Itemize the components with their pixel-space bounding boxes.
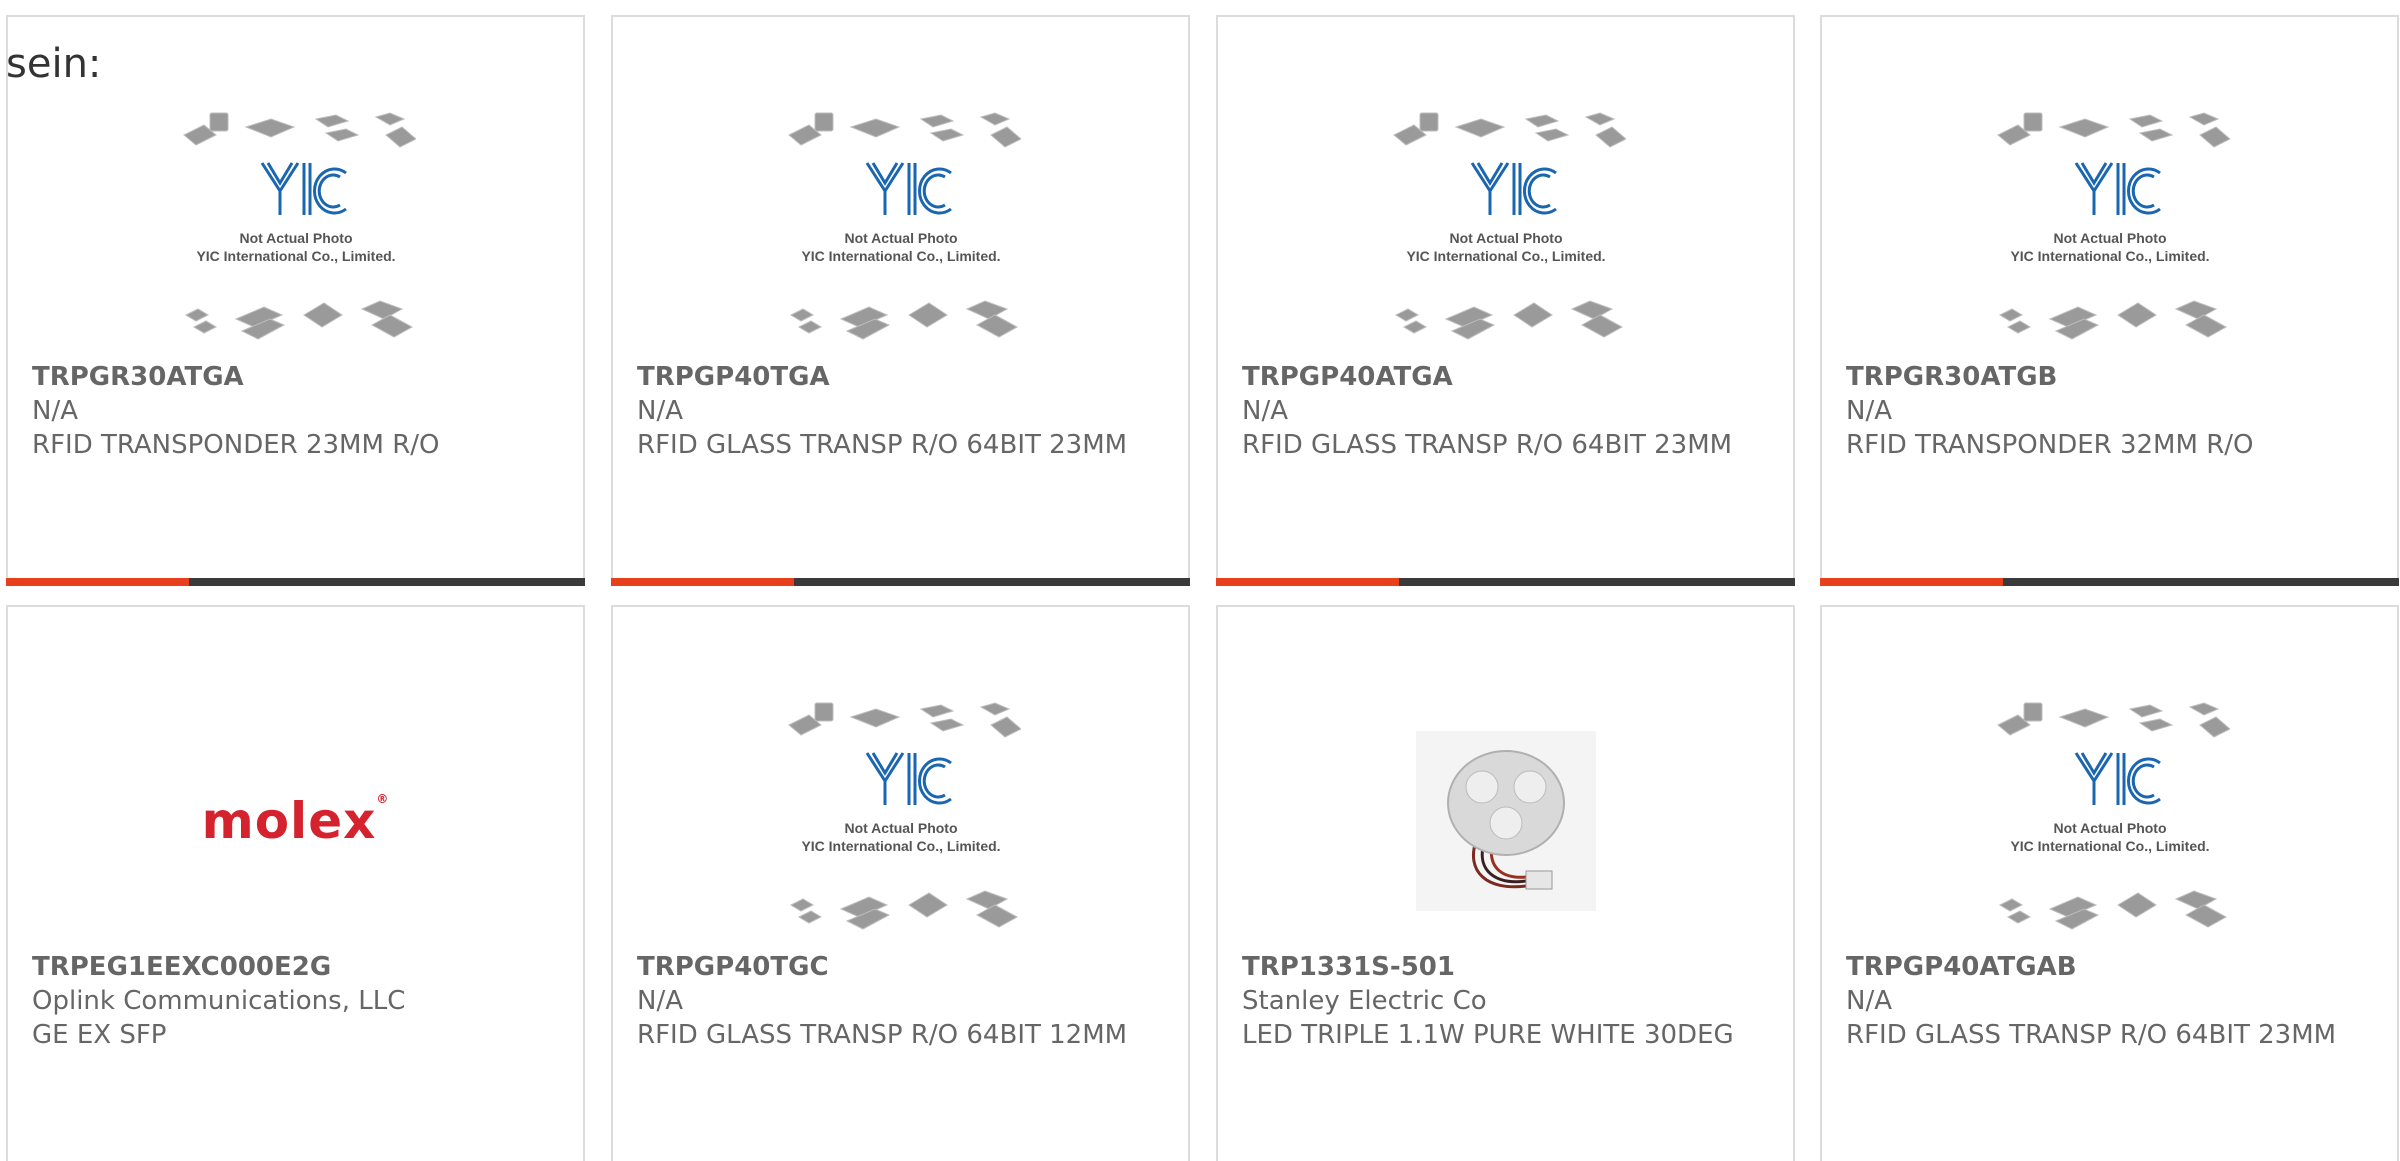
svg-text:Not Actual Photo: Not Actual Photo [1449,230,1562,246]
product-part-number[interactable]: TRPGR30ATGB [1846,360,2057,394]
yic-placeholder-image: Not Actual Photo YIC International Co., … [787,702,1021,930]
product-manufacturer: N/A [1846,396,1892,426]
yic-placeholder-image: Not Actual Photo YIC International Co., … [1996,112,2230,340]
yic-placeholder-image: Not Actual Photo YIC International Co., … [787,112,1021,340]
product-description: RFID GLASS TRANSP R/O 64BIT 23MM [1846,1020,2337,1050]
svg-text:Not Actual Photo: Not Actual Photo [844,230,957,246]
product-grid-page: sein: Not Actual Photo YIC International… [0,0,2400,1161]
svg-text:Not Actual Photo: Not Actual Photo [2053,230,2166,246]
svg-text:Not Actual Photo: Not Actual Photo [2053,820,2166,836]
card-bottom-bar [611,578,1190,586]
product-description: RFID GLASS TRANSP R/O 64BIT 23MM [637,430,1128,460]
product-card[interactable]: TRP1331S-501 Stanley Electric Co LED TRI… [1216,605,1795,1161]
product-part-number[interactable]: TRPEG1EEXC000E2G [32,950,331,984]
product-description: RFID GLASS TRANSP R/O 64BIT 12MM [637,1020,1128,1050]
product-part-number[interactable]: TRP1331S-501 [1242,950,1455,984]
product-description: RFID GLASS TRANSP R/O 64BIT 23MM [1242,430,1733,460]
product-card[interactable]: Not Actual Photo YIC International Co., … [6,15,585,586]
yic-placeholder-image: Not Actual Photo YIC International Co., … [1996,702,2230,930]
product-part-number[interactable]: TRPGR30ATGA [32,360,244,394]
intro-text: sein: [6,41,102,87]
card-bottom-bar [1216,578,1795,586]
product-manufacturer: N/A [637,396,683,426]
svg-text:YIC International Co., Limited: YIC International Co., Limited. [1406,248,1605,264]
product-card[interactable]: Not Actual Photo YIC International Co., … [1820,15,2399,586]
card-bottom-bar [1820,578,2399,586]
product-image: Not Actual Photo YIC International Co., … [1990,105,2230,357]
product-part-number[interactable]: TRPGP40TGA [637,360,830,394]
product-part-number[interactable]: TRPGP40ATGA [1242,360,1453,394]
product-part-number[interactable]: TRPGP40TGC [637,950,829,984]
product-manufacturer: Stanley Electric Co [1242,986,1487,1016]
product-manufacturer: N/A [637,986,683,1016]
product-manufacturer: Oplink Communications, LLC [32,986,406,1016]
product-description: LED TRIPLE 1.1W PURE WHITE 30DEG [1242,1020,1734,1050]
product-part-number[interactable]: TRPGP40ATGAB [1846,950,2077,984]
svg-text:YIC International Co., Limited: YIC International Co., Limited. [2010,248,2209,264]
svg-text:YIC International Co., Limited: YIC International Co., Limited. [196,248,395,264]
product-image: Not Actual Photo YIC International Co., … [1386,105,1626,357]
product-image: Not Actual Photo YIC International Co., … [1990,695,2230,947]
product-card[interactable]: Not Actual Photo YIC International Co., … [1216,15,1795,586]
svg-text:YIC International Co., Limited: YIC International Co., Limited. [801,248,1000,264]
svg-text:Not Actual Photo: Not Actual Photo [239,230,352,246]
product-image: molex® [176,695,416,947]
product-card[interactable]: Not Actual Photo YIC International Co., … [611,15,1190,586]
svg-text:YIC International Co., Limited: YIC International Co., Limited. [801,838,1000,854]
product-image: Not Actual Photo YIC International Co., … [781,695,1021,947]
product-image [1386,695,1626,947]
svg-text:YIC International Co., Limited: YIC International Co., Limited. [2010,838,2209,854]
yic-placeholder-image: Not Actual Photo YIC International Co., … [182,112,416,340]
yic-placeholder-image: Not Actual Photo YIC International Co., … [1392,112,1626,340]
product-card[interactable]: Not Actual Photo YIC International Co., … [1820,605,2399,1161]
card-bottom-bar [6,578,585,586]
led-module-photo [1415,731,1596,911]
product-card[interactable]: Not Actual Photo YIC International Co., … [611,605,1190,1161]
molex-logo: molex® [201,792,390,850]
svg-text:Not Actual Photo: Not Actual Photo [844,820,957,836]
product-description: RFID TRANSPONDER 32MM R/O [1846,430,2254,460]
product-card[interactable]: molex® TRPEG1EEXC000E2G Oplink Communica… [6,605,585,1161]
product-description: GE EX SFP [32,1020,167,1050]
product-image: Not Actual Photo YIC International Co., … [781,105,1021,357]
product-manufacturer: N/A [1242,396,1288,426]
product-description: RFID TRANSPONDER 23MM R/O [32,430,440,460]
product-manufacturer: N/A [1846,986,1892,1016]
product-image: Not Actual Photo YIC International Co., … [176,105,416,357]
product-manufacturer: N/A [32,396,78,426]
